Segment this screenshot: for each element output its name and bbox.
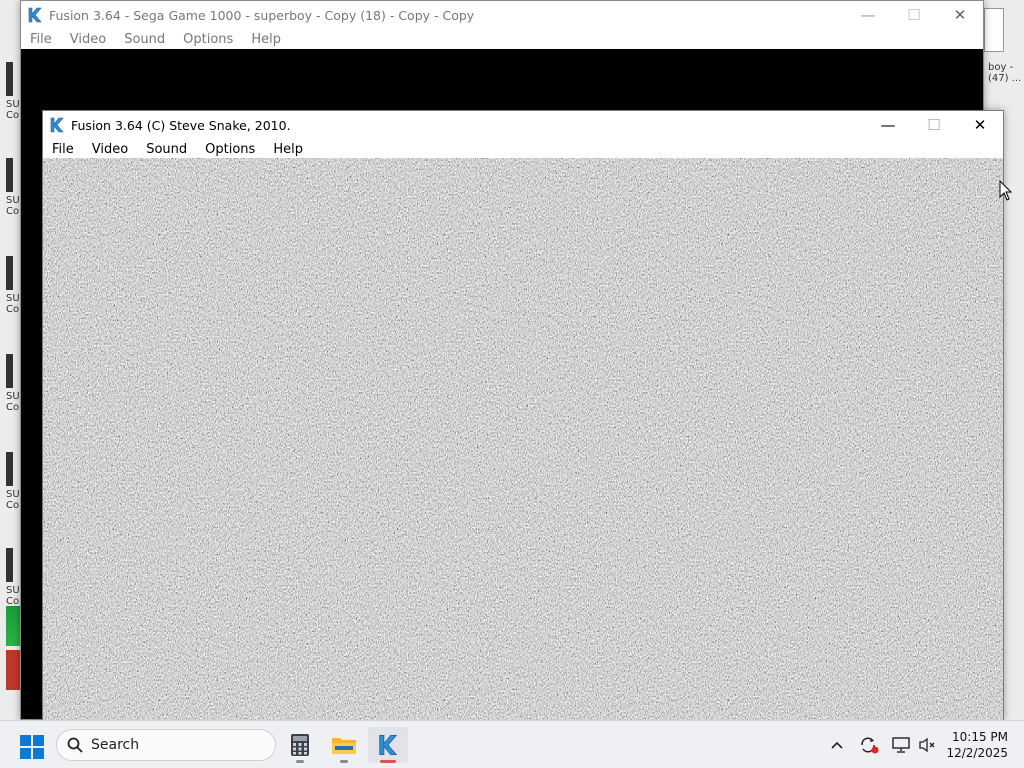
front-menu-video[interactable]: Video — [83, 142, 137, 157]
sync-icon — [861, 737, 879, 754]
static-noise — [43, 158, 1003, 720]
tray-sync-button[interactable] — [856, 733, 882, 757]
front-menu-options[interactable]: Options — [196, 142, 264, 157]
back-menu-help[interactable]: Help — [242, 32, 290, 47]
search-label: Search — [91, 737, 140, 753]
back-menubar: File Video Sound Options Help — [21, 29, 983, 49]
mouse-cursor-icon — [999, 180, 1013, 201]
fusion-k-icon — [49, 117, 65, 133]
fusion-k-icon — [27, 7, 43, 23]
taskbar: Search 10:15 PM 12/2/2025 — [0, 720, 1024, 768]
fusion-k-icon — [379, 734, 398, 756]
front-maximize-button[interactable]: ☐ — [911, 111, 957, 139]
fusion-front-window[interactable]: Fusion 3.64 (C) Steve Snake, 2010. — ☐ ✕… — [42, 110, 1004, 720]
calculator-icon — [291, 734, 309, 756]
taskbar-search[interactable]: Search — [56, 729, 276, 761]
front-window-title: Fusion 3.64 (C) Steve Snake, 2010. — [71, 117, 291, 133]
front-window-titlebar[interactable]: Fusion 3.64 (C) Steve Snake, 2010. — [43, 111, 1003, 139]
back-minimize-button[interactable]: — — [845, 1, 891, 29]
front-menu-file[interactable]: File — [43, 142, 83, 157]
taskbar-app-calculator[interactable] — [280, 727, 320, 763]
tray-volume-button[interactable] — [914, 733, 940, 757]
desktop-icon-right[interactable]: boy - (47) ... — [988, 62, 1024, 84]
back-menu-video[interactable]: Video — [61, 32, 115, 47]
folder-icon — [332, 738, 356, 754]
back-window-title: Fusion 3.64 - Sega Game 1000 - superboy … — [49, 7, 475, 23]
front-emulator-screen[interactable] — [43, 158, 1003, 720]
back-close-button[interactable]: ✕ — [937, 1, 983, 29]
back-maximize-button[interactable]: ☐ — [891, 1, 937, 29]
chevron-up-icon — [831, 741, 843, 749]
back-menu-file[interactable]: File — [21, 32, 61, 47]
front-close-button[interactable]: ✕ — [957, 111, 1003, 139]
taskbar-app-fusion[interactable] — [368, 727, 408, 763]
front-minimize-button[interactable]: — — [865, 111, 911, 139]
clock-date: 12/2/2025 — [946, 746, 1008, 760]
back-menu-options[interactable]: Options — [174, 32, 242, 47]
clock-time: 10:15 PM — [952, 730, 1008, 744]
taskbar-clock[interactable]: 10:15 PM 12/2/2025 — [946, 729, 1008, 761]
taskbar-app-file-explorer[interactable] — [324, 727, 364, 763]
front-menu-help[interactable]: Help — [264, 142, 312, 157]
front-menubar: File Video Sound Options Help — [43, 139, 1003, 159]
search-icon — [67, 737, 83, 753]
start-button[interactable] — [20, 735, 44, 759]
volume-muted-icon — [919, 737, 935, 753]
network-icon — [892, 737, 910, 753]
tray-network-button[interactable] — [888, 733, 914, 757]
back-menu-sound[interactable]: Sound — [115, 32, 174, 47]
tray-overflow-button[interactable] — [824, 733, 850, 757]
back-window-titlebar[interactable]: Fusion 3.64 - Sega Game 1000 - superboy … — [21, 1, 983, 29]
front-menu-sound[interactable]: Sound — [137, 142, 196, 157]
desktop-file-icon[interactable] — [984, 8, 1004, 52]
